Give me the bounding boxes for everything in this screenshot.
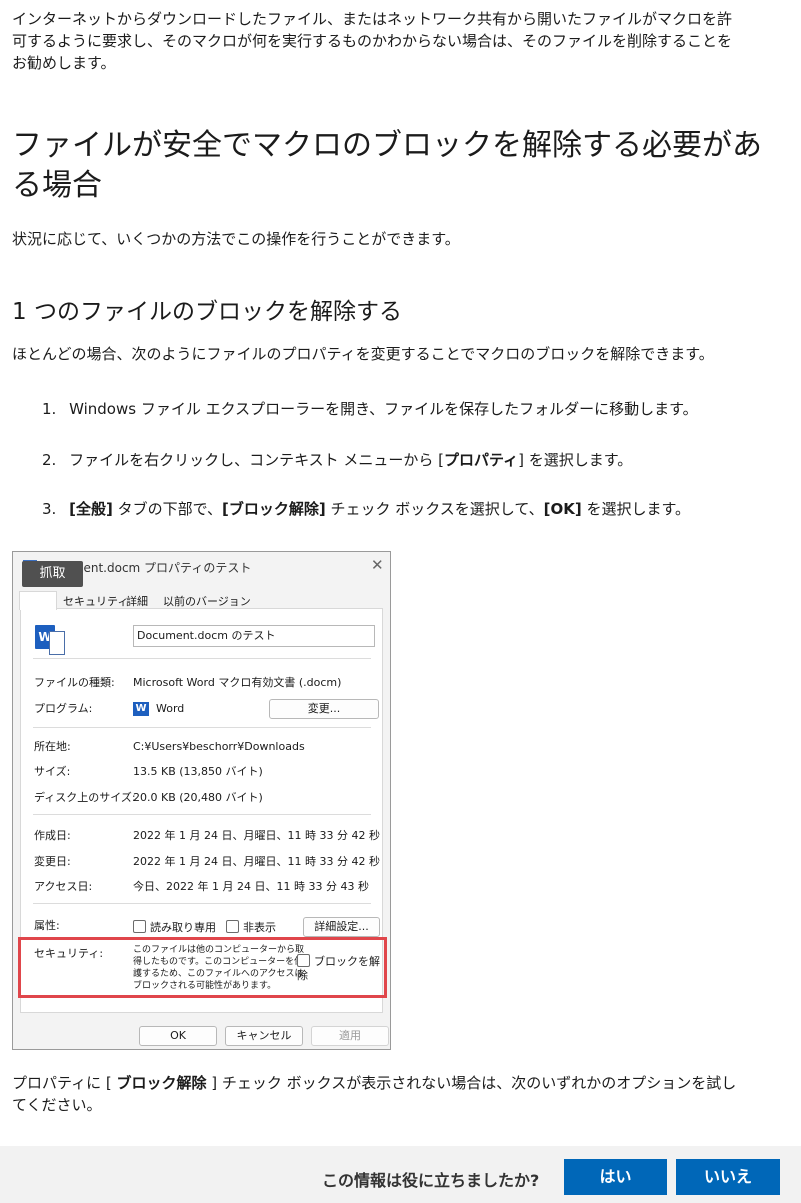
sub-text: ほとんどの場合、次のようにファイルのプロパティを変更することでマクロのブロックを…	[12, 345, 714, 363]
size-value: 13.5 KB (13,850 バイト)	[133, 765, 263, 778]
program-label: プログラム:	[34, 702, 93, 715]
intro-paragraph: インターネットからダウンロードしたファイル、またはネットワーク共有から開いたファ…	[12, 8, 797, 74]
apply-button[interactable]: 適用	[311, 1026, 389, 1046]
ok-button[interactable]: OK	[139, 1026, 217, 1046]
step-number: 1.	[42, 400, 57, 418]
step-text: を選択します。	[581, 500, 690, 518]
accessed-label: アクセス日:	[34, 880, 93, 893]
hidden-checkbox[interactable]: 非表示	[226, 920, 276, 935]
accessed-value: 今日、2022 年 1 月 24 日、11 時 33 分 43 秒	[133, 880, 369, 893]
program-value: Word	[156, 702, 185, 715]
checkbox-box[interactable]	[297, 954, 310, 967]
close-icon[interactable]: ✕	[371, 556, 384, 574]
intro-line: 可するように要求し、そのマクロが何を実行するものかわからない場合は、そのファイル…	[12, 32, 733, 50]
created-label: 作成日:	[34, 829, 71, 842]
after-line: プロパティに [ ブロック解除 ] チェック ボックスが表示されない場合は、次の…	[12, 1074, 737, 1092]
general-tab-panel: W Document.docm のテスト ファイルの種類: Microsoft …	[18, 608, 387, 1013]
section-heading-line: ファイルが安全でマクロのブロックを解除する必要があ	[12, 128, 762, 163]
step-number: 2.	[42, 451, 57, 469]
list-item: 2. ファイルを右クリックし、コンテキスト メニューから [プロパティ] を選択…	[42, 449, 632, 471]
feedback-question: この情報は役に立ちましたか?	[322, 1171, 540, 1190]
advanced-button[interactable]: 詳細設定...	[303, 917, 380, 937]
size-label: サイズ:	[34, 765, 71, 778]
step-text: Windows ファイル エクスプローラーを開き、ファイルを保存したフォルダーに…	[69, 400, 698, 418]
feedback-yes-button[interactable]: はい	[564, 1159, 667, 1195]
intro-line: お勧めします。	[12, 54, 116, 72]
step-number: 3.	[42, 500, 57, 518]
attributes-label: 属性:	[34, 919, 60, 932]
subheading: 1 つのファイルのブロックを解除する	[12, 299, 402, 325]
intro-line: インターネットからダウンロードしたファイル、またはネットワーク共有から開いたファ…	[12, 10, 733, 28]
section-heading-line: る場合	[12, 168, 102, 203]
step-text: タブの下部で、	[112, 500, 222, 518]
location-value: C:¥Users¥beschorr¥Downloads	[133, 740, 305, 753]
readonly-checkbox[interactable]: 読み取り専用	[133, 920, 216, 935]
change-program-button[interactable]: 変更...	[269, 699, 379, 719]
after-paragraph: プロパティに [ ブロック解除 ] チェック ボックスが表示されない場合は、次の…	[12, 1072, 797, 1116]
security-message: このファイルは他のコンピューターから取 得したものです。このコンピューターを保 …	[133, 945, 305, 991]
disk-size-label: ディスク上のサイズ:	[34, 791, 136, 804]
checkbox-box[interactable]	[226, 920, 239, 933]
security-label: セキュリティ:	[34, 947, 104, 960]
modified-label: 変更日:	[34, 855, 71, 868]
created-value: 2022 年 1 月 24 日、月曜日、11 時 33 分 42 秒	[133, 829, 380, 842]
location-label: 所在地:	[34, 740, 71, 753]
feedback-bar: この情報は役に立ちましたか? はい いいえ	[0, 1146, 801, 1203]
cancel-button[interactable]: キャンセル	[225, 1026, 303, 1046]
step-text: チェック ボックスを選択して、	[325, 500, 544, 518]
capture-badge: 抓取	[22, 561, 83, 587]
step-text: ] を選択します。	[518, 451, 633, 469]
step-bold: [全般]	[69, 500, 113, 518]
modified-value: 2022 年 1 月 24 日、月曜日、11 時 33 分 42 秒	[133, 855, 380, 868]
bold-text: ブロック解除	[116, 1074, 207, 1092]
checkbox-box[interactable]	[133, 920, 146, 933]
section-text: 状況に応じて、いくつかの方法でこの操作を行うことができます。	[12, 230, 460, 248]
properties-dialog-screenshot: Document.docm プロパティのテスト ✕ 抓取 一般 セキュリティ 詳…	[12, 551, 391, 1050]
word-app-icon: W	[133, 702, 149, 716]
disk-size-value: 20.0 KB (20,480 バイト)	[133, 791, 263, 804]
step-bold: [ブロック解除]	[221, 500, 326, 518]
after-line: てください。	[12, 1096, 102, 1114]
step-bold: プロパティ	[444, 451, 519, 469]
file-type-value: Microsoft Word マクロ有効文書 (.docm)	[133, 676, 342, 689]
unblock-checkbox[interactable]: ブロックを解除	[297, 954, 382, 983]
section-heading: ファイルが安全でマクロのブロックを解除する必要があ る場合	[12, 126, 797, 206]
filename-input[interactable]: Document.docm のテスト	[133, 625, 375, 647]
feedback-no-button[interactable]: いいえ	[676, 1159, 780, 1195]
list-item: 3. [全般] タブの下部で、[ブロック解除] チェック ボックスを選択して、[…	[42, 498, 690, 520]
step-bold: [OK]	[543, 500, 582, 518]
list-item: 1. Windows ファイル エクスプローラーを開き、ファイルを保存したフォル…	[42, 398, 698, 420]
step-text: ファイルを右クリックし、コンテキスト メニューから [	[69, 451, 445, 469]
file-type-label: ファイルの種類:	[34, 676, 115, 689]
